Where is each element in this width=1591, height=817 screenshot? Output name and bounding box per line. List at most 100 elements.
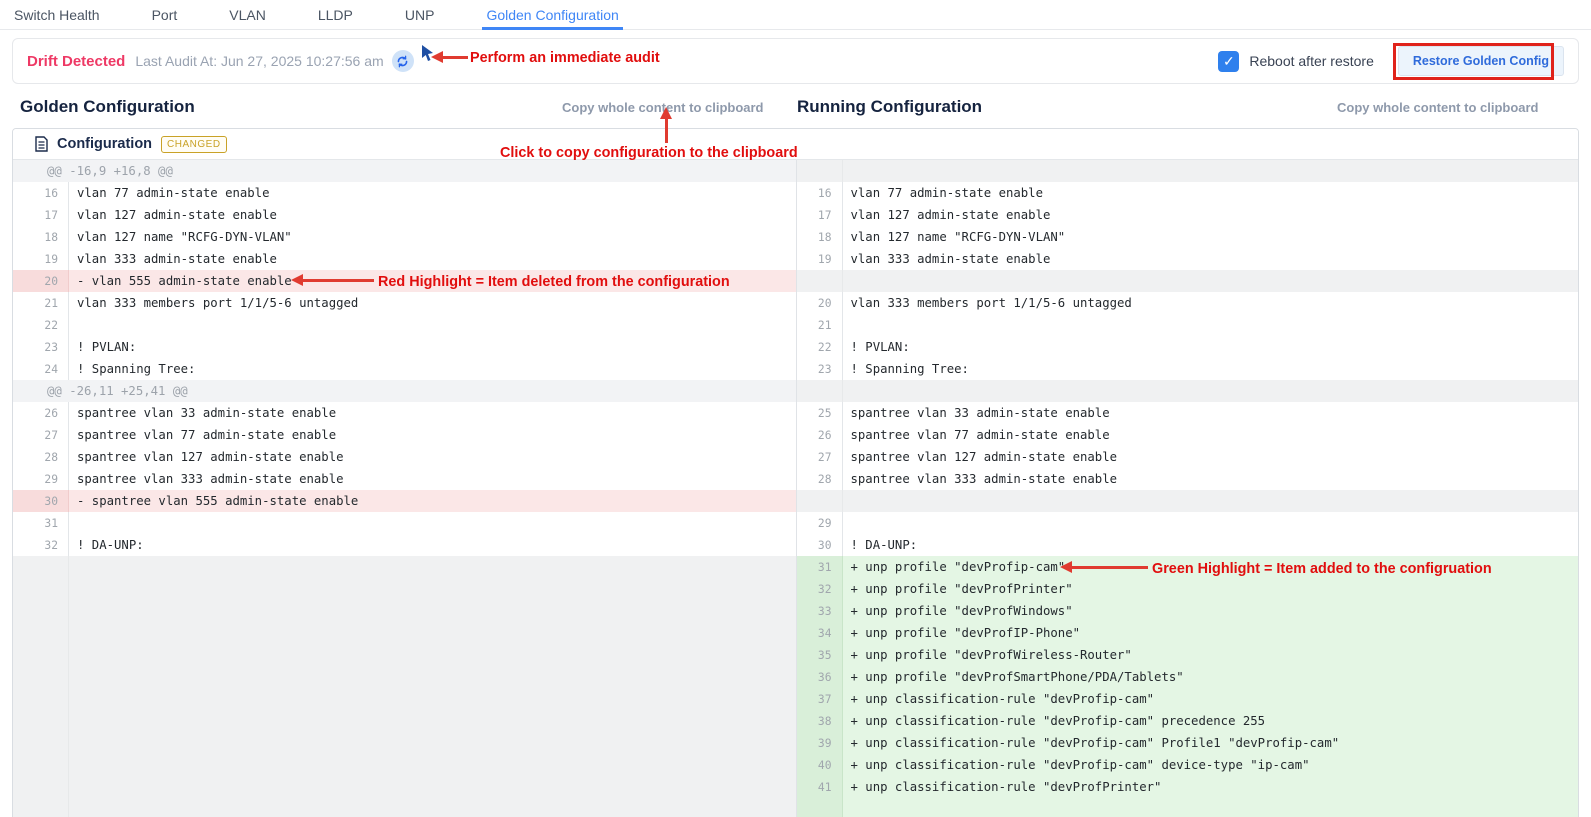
diff-row-added: 38+ unp classification-rule "devProfip-c… <box>797 710 1579 732</box>
line-number <box>13 754 69 776</box>
code-line: spantree vlan 333 admin-state enable <box>69 472 344 486</box>
line-number <box>797 380 843 402</box>
annotation-arrow-icon <box>665 113 668 143</box>
code-line: vlan 333 members port 1/1/5-6 untagged <box>69 296 358 310</box>
code-line: + unp classification-rule "devProfip-cam… <box>843 758 1310 772</box>
tab-bar: Switch Health Port VLAN LLDP UNP Golden Confi… <box>0 0 1591 30</box>
line-number <box>13 666 69 688</box>
diff-row-normal: 29 <box>797 512 1579 534</box>
diff-row-normal: 16vlan 77 admin-state enable <box>797 182 1579 204</box>
running-copy-link[interactable]: Copy whole content to clipboard <box>1337 100 1539 115</box>
line-number: 30 <box>13 490 69 512</box>
tab-unp[interactable]: UNP <box>405 0 435 30</box>
line-number <box>13 600 69 622</box>
code-line: ! PVLAN: <box>843 340 910 354</box>
code-line: spantree vlan 333 admin-state enable <box>843 472 1118 486</box>
line-number: 30 <box>797 534 843 556</box>
tab-switch-health[interactable]: Switch Health <box>14 0 100 30</box>
code-line: vlan 333 members port 1/1/5-6 untagged <box>843 296 1132 310</box>
line-number: 20 <box>13 270 69 292</box>
last-audit-timestamp: Last Audit At: Jun 27, 2025 10:27:56 am <box>135 53 383 69</box>
line-number <box>13 710 69 732</box>
diff-row-normal: 28spantree vlan 127 admin-state enable <box>13 446 796 468</box>
diff-row-added: 41+ unp classification-rule "devProfPrin… <box>797 776 1579 798</box>
reboot-after-restore-checkbox[interactable]: ✓ <box>1218 51 1239 72</box>
golden-config-pane[interactable]: @@ -16,9 +16,8 @@16vlan 77 admin-state e… <box>13 160 796 817</box>
diff-row-added: 34+ unp profile "devProfIP-Phone" <box>797 622 1579 644</box>
line-number: 36 <box>797 666 843 688</box>
diff-row-removed: 30- spantree vlan 555 admin-state enable <box>13 490 796 512</box>
diff-row-filler <box>13 732 796 754</box>
diff-row-filler <box>797 270 1579 292</box>
line-number <box>797 490 843 512</box>
diff-row-normal: 27spantree vlan 127 admin-state enable <box>797 446 1579 468</box>
line-number: 27 <box>797 446 843 468</box>
diff-row-normal: 27spantree vlan 77 admin-state enable <box>13 424 796 446</box>
diff-row-normal: 30! DA-UNP: <box>797 534 1579 556</box>
restore-golden-config-button[interactable]: Restore Golden Config <box>1398 46 1564 76</box>
tab-golden-configuration[interactable]: Golden Configuration <box>486 0 618 30</box>
code-line: ! Spanning Tree: <box>69 362 195 376</box>
golden-config-title: Golden Configuration <box>20 97 195 117</box>
line-number <box>13 688 69 710</box>
code-line: spantree vlan 77 admin-state enable <box>843 428 1110 442</box>
code-line: + unp classification-rule "devProfip-cam… <box>843 736 1340 750</box>
line-number: 25 <box>797 402 843 424</box>
audit-status-bar: Drift Detected Last Audit At: Jun 27, 20… <box>12 38 1579 84</box>
annotation-arrow-icon <box>1066 566 1148 569</box>
annotation-green-highlight: Green Highlight = Item added to the conf… <box>1152 560 1492 577</box>
code-line: - spantree vlan 555 admin-state enable <box>69 494 358 508</box>
diff-row-added: 35+ unp profile "devProfWireless-Router" <box>797 644 1579 666</box>
tab-port[interactable]: Port <box>152 0 178 30</box>
hunk-header: @@ -26,11 +25,41 @@ <box>47 384 188 398</box>
diff-row-normal: 26spantree vlan 33 admin-state enable <box>13 402 796 424</box>
diff-title: Configuration <box>57 136 152 152</box>
code-line: spantree vlan 33 admin-state enable <box>843 406 1110 420</box>
code-line: ! Spanning Tree: <box>843 362 969 376</box>
line-number: 24 <box>13 358 69 380</box>
diff-row-normal: 20vlan 333 members port 1/1/5-6 untagged <box>797 292 1579 314</box>
code-line: vlan 127 name "RCFG-DYN-VLAN" <box>69 230 292 244</box>
line-number: 17 <box>13 204 69 226</box>
diff-row-filler <box>13 556 796 578</box>
line-number: 37 <box>797 688 843 710</box>
code-line: vlan 333 admin-state enable <box>843 252 1051 266</box>
diff-row-filler <box>13 688 796 710</box>
tab-vlan[interactable]: VLAN <box>229 0 266 30</box>
annotation-red-highlight: Red Highlight = Item deleted from the co… <box>378 273 730 290</box>
code-line: vlan 333 admin-state enable <box>69 252 277 266</box>
changed-badge: CHANGED <box>161 136 227 153</box>
configuration-diff-panel: Configuration CHANGED @@ -16,9 +16,8 @@1… <box>12 128 1579 817</box>
code-line: vlan 77 admin-state enable <box>69 186 270 200</box>
code-line: + unp profile "devProfPrinter" <box>843 582 1073 596</box>
running-config-pane[interactable]: 16vlan 77 admin-state enable17vlan 127 a… <box>796 160 1579 817</box>
line-number: 32 <box>797 578 843 600</box>
line-number: 32 <box>13 534 69 556</box>
annotation-copy-hint: Click to copy configuration to the clipb… <box>500 144 798 161</box>
line-number: 22 <box>13 314 69 336</box>
line-number: 19 <box>797 248 843 270</box>
diff-row-hunk: @@ -26,11 +25,41 @@ <box>13 380 796 402</box>
diff-row-normal: 32! DA-UNP: <box>13 534 796 556</box>
diff-row-filler <box>13 754 796 776</box>
code-line: ! DA-UNP: <box>843 538 918 552</box>
line-number <box>13 556 69 578</box>
line-number: 26 <box>797 424 843 446</box>
line-number: 16 <box>13 182 69 204</box>
line-number: 21 <box>797 314 843 336</box>
line-number: 33 <box>797 600 843 622</box>
line-number: 31 <box>13 512 69 534</box>
line-number <box>13 622 69 644</box>
diff-row-normal: 19vlan 333 admin-state enable <box>797 248 1579 270</box>
diff-row-filler <box>13 622 796 644</box>
line-number: 22 <box>797 336 843 358</box>
diff-row-filler <box>797 160 1579 182</box>
code-line: + unp classification-rule "devProfPrinte… <box>843 780 1162 794</box>
tab-lldp[interactable]: LLDP <box>318 0 353 30</box>
diff-row-normal: 21 <box>797 314 1579 336</box>
code-line: + unp profile "devProfSmartPhone/PDA/Tab… <box>843 670 1184 684</box>
run-audit-button[interactable] <box>392 50 414 72</box>
line-number: 18 <box>13 226 69 248</box>
code-line: + unp classification-rule "devProfip-cam… <box>843 692 1155 706</box>
diff-row-added: 33+ unp profile "devProfWindows" <box>797 600 1579 622</box>
